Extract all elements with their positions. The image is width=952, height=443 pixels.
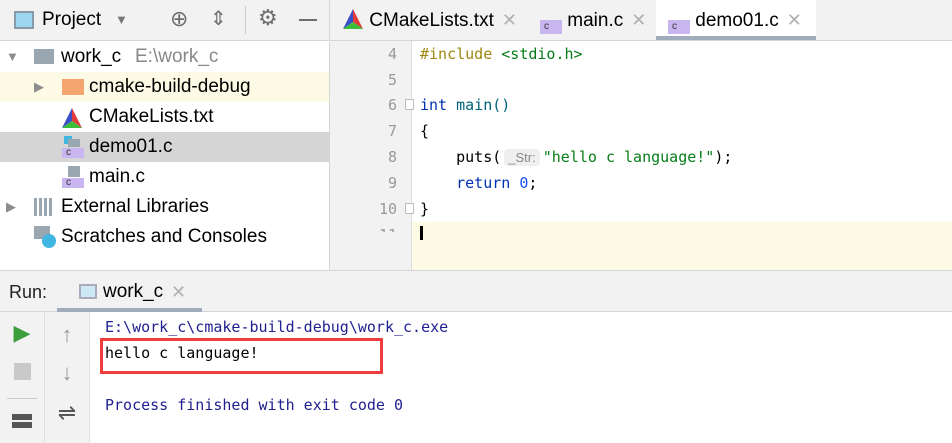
tree-item-demo01-c[interactable]: c demo01.c xyxy=(0,132,329,162)
run-panel-header: Run: work_c ✕ xyxy=(0,270,952,312)
collapse-all-icon[interactable]: ⇕ xyxy=(210,6,227,31)
c-file-icon: c xyxy=(668,20,690,34)
divider xyxy=(7,398,37,399)
code-token: int xyxy=(420,96,448,114)
run-tab-label: work_c xyxy=(103,281,164,302)
run-label: Run: xyxy=(9,282,48,302)
project-view-icon xyxy=(14,11,34,29)
cmake-icon xyxy=(62,108,82,128)
code-token: ; xyxy=(528,174,538,192)
current-line-highlight xyxy=(412,222,952,270)
line-number: 6 xyxy=(387,96,397,114)
parameter-hint: _Str: xyxy=(504,149,540,166)
line-number: 8 xyxy=(387,148,397,166)
line-number: 10 xyxy=(378,200,397,218)
code-token: { xyxy=(420,122,430,140)
tree-item-label: CMakeLists.txt xyxy=(89,106,214,127)
tree-item-label: Scratches and Consoles xyxy=(61,226,267,247)
minimize-icon[interactable] xyxy=(299,19,317,21)
close-icon[interactable]: ✕ xyxy=(787,10,802,30)
close-icon[interactable]: ✕ xyxy=(171,282,186,303)
project-view-selector[interactable]: Project xyxy=(42,9,101,31)
console-line-exit: Process finished with exit code 0 xyxy=(105,396,404,414)
collapsed-arrow-icon[interactable]: ▶ xyxy=(6,192,16,222)
expanded-arrow-icon[interactable]: ▼ xyxy=(6,42,19,72)
tree-item-path: E:\work_c xyxy=(135,46,219,67)
console-line-command: E:\work_c\cmake-build-debug\work_c.exe xyxy=(105,318,449,336)
console-icon xyxy=(79,284,97,299)
code-token: ); xyxy=(714,148,733,166)
project-panel-header: Project ▼ ⊕ ⇕ ⚙ xyxy=(0,0,330,41)
library-icon xyxy=(34,198,54,216)
code-token: #include xyxy=(420,45,493,63)
c-file-icon: c xyxy=(62,166,84,188)
code-token: return xyxy=(420,174,520,192)
code-editor[interactable]: #include <stdio.h> int main() { puts(_St… xyxy=(330,41,952,270)
project-tree: ▼ work_c E:\work_c ▶ cmake-build-debug C… xyxy=(0,42,330,270)
line-number: 7 xyxy=(387,122,397,140)
collapsed-arrow-icon[interactable]: ▶ xyxy=(34,72,44,102)
line-number: 4 xyxy=(387,45,397,63)
code-token: main() xyxy=(447,96,511,114)
down-arrow-icon[interactable]: ↓ xyxy=(52,360,82,386)
code-token: puts( xyxy=(420,148,502,166)
tab-label: CMakeLists.txt xyxy=(369,10,494,31)
tab-demo01-c[interactable]: c demo01.c ✕ xyxy=(656,0,816,40)
code-token: } xyxy=(420,200,430,218)
console-toolbar: ↑ ↓ ⇌ xyxy=(45,312,90,443)
tree-item-cmake-build-debug[interactable]: ▶ cmake-build-debug xyxy=(0,72,329,102)
tree-item-label: External Libraries xyxy=(61,196,209,217)
rerun-play-icon[interactable]: ▶ xyxy=(7,320,37,346)
line-number: 5 xyxy=(387,71,397,89)
stop-icon[interactable] xyxy=(14,363,31,380)
text-cursor xyxy=(420,226,423,240)
run-toolbar: ▶ xyxy=(0,312,45,443)
tree-item-work-c[interactable]: ▼ work_c E:\work_c xyxy=(0,42,329,72)
code-token: <stdio.h> xyxy=(501,45,583,63)
c-file-icon: c xyxy=(62,136,84,158)
line-number: 11 xyxy=(357,222,397,232)
tree-item-label: cmake-build-debug xyxy=(89,76,251,97)
tree-item-main-c[interactable]: c main.c xyxy=(0,162,329,192)
divider xyxy=(245,6,246,34)
editor-tabs: CMakeLists.txt ✕ c main.c ✕ c demo01.c ✕ xyxy=(330,0,952,41)
tree-item-scratches[interactable]: Scratches and Consoles xyxy=(0,222,329,252)
tree-item-label: main.c xyxy=(89,166,145,187)
cmake-icon xyxy=(343,9,363,29)
tab-label: main.c xyxy=(567,10,624,31)
highlight-box xyxy=(100,338,383,374)
clock-icon xyxy=(42,234,56,248)
gear-icon[interactable]: ⚙ xyxy=(258,5,278,31)
tree-item-label: demo01.c xyxy=(89,136,173,157)
up-arrow-icon[interactable]: ↑ xyxy=(52,322,82,348)
code-token: "hello c language!" xyxy=(542,148,715,166)
tab-label: demo01.c xyxy=(695,10,779,31)
soft-wrap-icon[interactable]: ⇌ xyxy=(52,400,82,426)
editor-gutter: 4 5 6 7 8 9 10 11 xyxy=(330,41,414,270)
run-tab-work-c[interactable]: work_c ✕ xyxy=(57,271,202,312)
c-file-icon: c xyxy=(540,20,562,34)
tree-item-external-libraries[interactable]: ▶ External Libraries xyxy=(0,192,329,222)
tab-cmakelists[interactable]: CMakeLists.txt ✕ xyxy=(342,0,517,40)
chevron-down-icon[interactable]: ▼ xyxy=(115,12,128,27)
folder-icon xyxy=(62,79,84,95)
close-icon[interactable]: ✕ xyxy=(631,10,646,30)
folder-icon xyxy=(34,49,54,64)
close-icon[interactable]: ✕ xyxy=(502,10,517,30)
locate-icon[interactable]: ⊕ xyxy=(170,6,188,32)
layout-icon[interactable] xyxy=(12,414,32,430)
tab-main-c[interactable]: c main.c ✕ xyxy=(540,0,646,40)
tree-item-label: work_c xyxy=(61,46,122,67)
line-number: 9 xyxy=(387,174,397,192)
tree-item-cmakelists[interactable]: CMakeLists.txt xyxy=(0,102,329,132)
